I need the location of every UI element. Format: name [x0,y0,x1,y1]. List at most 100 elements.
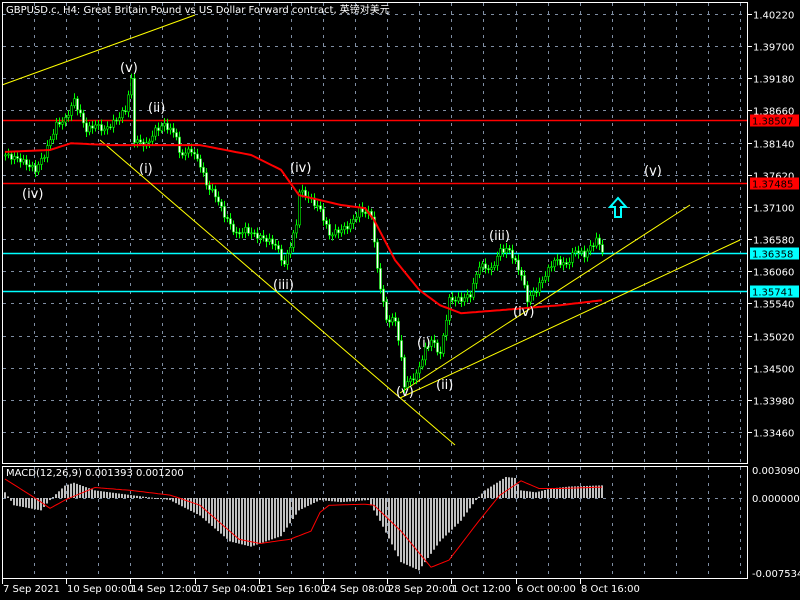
macd-histogram-bar [337,498,339,502]
macd-histogram-bar [25,498,27,508]
candle-body [433,339,436,344]
macd-histogram-bar [403,498,405,564]
price-chart[interactable]: (v) (ii) (i) (iv) (iv) (iii) (iii) (iv) … [0,0,800,600]
candle-body [259,235,262,239]
candle-body [400,340,403,358]
candle-body [265,237,268,242]
wave-label: (iv) [290,161,311,176]
candle-body [208,184,211,191]
macd-histogram-bar [115,493,117,498]
macd-histogram-bar [334,498,336,502]
macd-histogram-bar [241,498,243,545]
candle-body [421,359,424,368]
candle-body [148,140,151,143]
macd-histogram-bar [361,498,363,501]
candle-body [25,159,28,166]
macd-histogram-bar [67,484,69,498]
candle-body [388,319,391,323]
macd-histogram-bar [142,496,144,498]
candle-body [175,132,178,138]
trendline[interactable] [1,14,196,86]
candle-body [481,263,484,268]
macd-histogram-bar [118,493,120,498]
candle-body [319,205,322,210]
candle-body [121,110,124,119]
macd-histogram-bar [373,498,375,511]
macd-histogram-bar [463,498,465,517]
candle-body [238,232,241,235]
macd-histogram-bar [286,498,288,528]
candle-body [301,189,304,193]
candle-body [31,165,34,168]
macd-histogram-bar [310,498,312,505]
macd-histogram-bar [223,498,225,537]
candle-body [538,282,541,293]
macd-histogram-bar [250,498,252,547]
candle-body [514,257,517,261]
candle-body [475,274,478,284]
candle-body [598,237,601,245]
candle-body [331,234,334,237]
macd-histogram-bar [136,495,138,498]
candle-body [349,223,352,230]
candle-body [469,294,472,298]
candle-body [52,133,55,140]
macd-histogram-bar [4,492,6,498]
macd-histogram-bar [199,498,201,516]
macd-histogram-bar [220,498,222,534]
candle-body [262,235,265,239]
macd-histogram-bar [556,487,558,498]
macd-histogram-bar [133,495,135,498]
candle-body [160,125,163,131]
macd-histogram-bar [301,498,303,509]
macd-histogram-bar [544,490,546,498]
candle-body [10,153,13,160]
candle-body [346,225,349,230]
macd-histogram-bar [451,498,453,530]
macd-histogram-bar [64,485,66,498]
arrow-up-icon [607,196,629,218]
horizontal-lines[interactable] [3,119,747,293]
macd-histogram-bar [508,477,510,498]
candle-body [73,98,76,107]
trendline[interactable] [399,204,691,394]
candle-body [379,268,382,290]
macd-histogram-bar [553,488,555,498]
macd-histogram-bar [517,484,519,498]
macd-histogram-bar [406,498,408,565]
macd-histogram-bar [190,498,192,511]
macd-histogram-bar [148,497,150,499]
price-tick-label: 1.33460 [753,429,794,440]
macd-histogram-bar [100,491,102,498]
macd-histogram-bar [382,498,384,527]
candle-body [511,249,514,259]
candle-body [364,211,367,214]
trendlines[interactable] [1,14,741,446]
macd-histogram-bar [157,498,159,499]
candle-body [202,166,205,173]
wave-label: (ii) [436,378,453,393]
candle-body [7,153,10,156]
candle-body [274,243,277,246]
candle-body [583,250,586,258]
macd-histogram-bar [178,498,180,505]
candle-body [166,122,169,131]
macd-histogram-bar [547,489,549,498]
macd-histogram-bar [424,498,426,563]
candle-body [502,248,505,253]
macd-histogram-bar [430,498,432,554]
macd-histogram-bar [550,488,552,498]
price-tick-label: 1.39180 [753,75,794,86]
candle-body [94,124,97,129]
macd-histogram-bar [130,495,132,498]
candle-body [268,238,271,242]
candle-body [133,78,136,143]
macd-histogram-bar [52,497,54,499]
macd-histogram-bar [232,498,234,543]
candle-body [322,208,325,221]
candle-body [139,139,142,143]
macd-histogram-bar [514,477,516,498]
candle-body [169,127,172,131]
macd-histogram-bar [328,498,330,501]
macd-histogram-bar [289,498,291,524]
